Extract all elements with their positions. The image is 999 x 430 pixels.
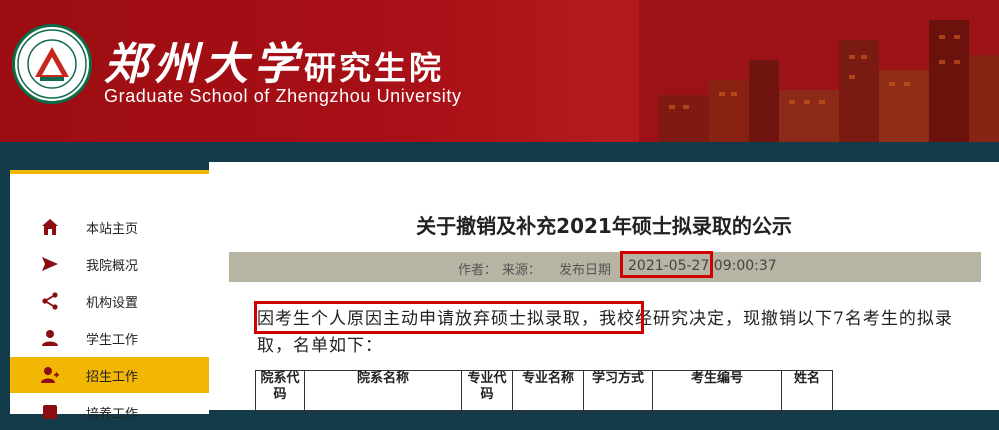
book-icon [38,400,62,424]
meta-date-label: 发布日期 [559,263,612,278]
sidebar-item-label: 本站主页 [86,221,139,237]
school-subname-chinese: 研究生院 [304,49,445,87]
date-highlight-box [620,251,713,278]
article-title: 关于撤销及补充2021年硕士拟录取的公示 [416,214,792,238]
article-panel: 关于撤销及补充2021年硕士拟录取的公示 作者： 来源： 发布日期 2021-0… [209,162,999,412]
school-name-chinese: 郑州大学 [104,39,304,90]
table-header-cell: 专业名称 [512,370,584,412]
university-logo[interactable] [12,24,92,104]
table-header-row: 院系代码 院系名称 专业代码 专业名称 学习方式 考生编号 姓名 [255,370,833,412]
send-icon [38,252,62,276]
candidate-table: 院系代码 院系名称 专业代码 专业名称 学习方式 考生编号 姓名 [255,370,833,412]
home-icon [38,215,62,239]
sidebar-item-label: 招生工作 [86,369,139,385]
share-icon [38,289,62,313]
campus-skyline-image [639,0,999,142]
article-meta-bar: 作者： 来源： 发布日期 2021-05-27 09:00:37 [229,252,981,282]
sidebar-item-overview[interactable]: 我院概况 [10,246,209,282]
logo-emblem-icon [17,29,87,99]
sidebar-item-label: 我院概况 [86,258,139,274]
school-name-english: Graduate School of Zhengzhou University [104,86,462,106]
user-icon [38,326,62,350]
site-header: 郑州大学 研究生院 Graduate School of Zhengzhou U… [0,0,999,142]
table-header-cell: 学习方式 [583,370,653,412]
sidebar-item-student-affairs[interactable]: 学生工作 [10,320,209,356]
sidebar-item-home[interactable]: 本站主页 [10,209,209,245]
sidebar-nav: 本站主页 我院概况 机构设置 学生工作 招生工作 培养工作 [10,170,209,422]
meta-author: 作者： [458,263,498,278]
table-header-cell: 院系名称 [304,370,462,412]
sidebar-item-label: 培养工作 [86,406,139,422]
sidebar-item-admissions[interactable]: 招生工作 [10,357,209,393]
table-header-cell: 姓名 [781,370,833,412]
reason-highlight-box [254,301,644,334]
sidebar-item-training[interactable]: 培养工作 [10,394,209,430]
sidebar-item-organization[interactable]: 机构设置 [10,283,209,319]
sidebar-item-label: 学生工作 [86,332,139,348]
table-header-cell: 专业代码 [461,370,513,412]
table-header-cell: 考生编号 [652,370,782,412]
sidebar-item-label: 机构设置 [86,295,139,311]
meta-source: 来源： [502,263,542,278]
table-header-cell: 院系代码 [255,370,305,412]
user-add-icon [38,363,62,387]
